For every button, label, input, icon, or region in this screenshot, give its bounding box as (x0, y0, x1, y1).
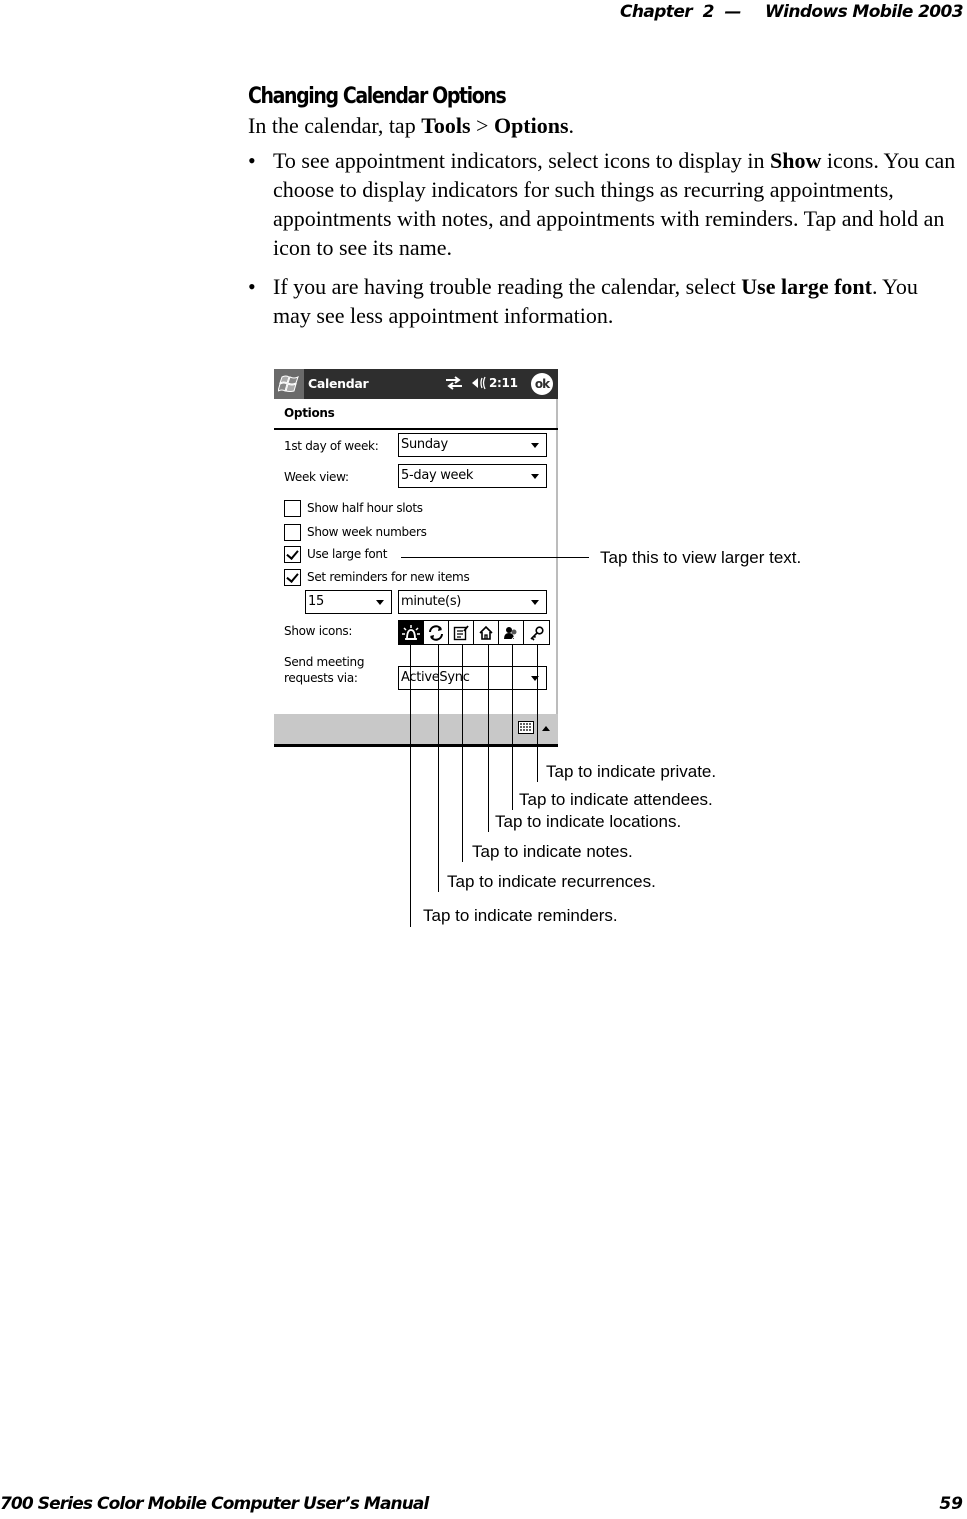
bullet-text: If you are having trouble reading the ca… (273, 272, 960, 330)
chevron-down-icon (531, 600, 539, 605)
checkbox-label: Set reminders for new items (307, 570, 470, 584)
bullet-bold-term: Show (770, 148, 822, 173)
send-meeting-label-line2: requests via: (284, 671, 358, 685)
menu-bar (274, 714, 558, 744)
send-meeting-label-line1: Send meeting (284, 655, 365, 669)
leader-private (537, 645, 538, 782)
show-icon-recurrence[interactable] (424, 621, 449, 644)
chapter-label: Chapter 2 — (619, 2, 742, 22)
footer-page-number: 59 (939, 1494, 963, 1514)
show-icon-reminder[interactable] (399, 621, 424, 644)
leader-reminders (410, 645, 411, 927)
leader-large-text (401, 557, 589, 558)
checkbox-box[interactable] (284, 524, 301, 541)
sync-icon[interactable] (445, 375, 463, 394)
footer-manual-title: 700 Series Color Mobile Computer User’s … (0, 1494, 429, 1514)
callout-reminders: Tap to indicate reminders. (423, 906, 618, 925)
callout-recurrences: Tap to indicate recurrences. (447, 872, 656, 891)
send-meeting-value: ActiveSync (401, 670, 470, 685)
app-title: Calendar (308, 376, 369, 391)
menu-separator: > (470, 113, 494, 138)
checkbox-label: Show week numbers (307, 525, 427, 539)
reminder-amount-dropdown[interactable]: 15 (305, 590, 392, 614)
show-icons-label: Show icons: (284, 624, 353, 638)
recurrence-icon (429, 624, 443, 641)
chevron-down-icon (376, 600, 384, 605)
bullet-dot: • (248, 274, 256, 299)
callout-large-text: Tap this to view larger text. (600, 548, 802, 567)
leader-recurrences (438, 645, 439, 892)
intro-period: . (568, 113, 575, 138)
heading-divider (274, 428, 558, 430)
keyboard-icon[interactable] (518, 721, 534, 737)
options-heading: Options (284, 406, 335, 420)
start-button[interactable] (274, 369, 304, 399)
menu-options: Options (493, 113, 569, 138)
house-icon (479, 625, 493, 640)
reminder-unit-value: minute(s) (401, 594, 462, 609)
callout-attendees: Tap to indicate attendees. (519, 790, 713, 809)
week-view-value: 5-day week (401, 468, 474, 483)
checkbox-label: Show half hour slots (307, 501, 423, 515)
show-icon-attendees[interactable] (499, 621, 524, 644)
chapter-title: Windows Mobile 2003 (764, 2, 964, 22)
leader-notes (462, 645, 463, 862)
windows-flag-icon (278, 375, 299, 392)
show-icon-private[interactable] (524, 621, 549, 644)
checkbox-box[interactable] (284, 546, 301, 563)
intro-paragraph: In the calendar, tap Tools > Options. (248, 113, 574, 139)
first-day-dropdown[interactable]: Sunday (398, 433, 547, 457)
leader-attendees (512, 645, 513, 810)
bullet-item: • To see appointment indicators, select … (248, 146, 960, 262)
chevron-down-icon (531, 443, 539, 448)
show-icon-notes[interactable] (449, 621, 474, 644)
clock-time[interactable]: 2:11 (489, 376, 518, 390)
bullet-bold-term: Use large font (741, 274, 872, 299)
input-panel-arrow-icon[interactable] (542, 726, 550, 731)
key-icon (529, 625, 544, 641)
intro-text: In the calendar, tap (248, 113, 422, 138)
checkbox-label: Use large font (307, 547, 388, 561)
reminder-amount-value: 15 (308, 594, 324, 609)
first-day-label: 1st day of week: (284, 439, 379, 453)
send-meeting-dropdown[interactable]: ActiveSync (398, 666, 547, 690)
bullet-text: To see appointment indicators, select ic… (273, 146, 960, 262)
notes-icon (453, 624, 469, 640)
title-bar: Calendar 2:11 ok (274, 369, 558, 399)
checkbox-box[interactable] (284, 500, 301, 517)
callout-notes: Tap to indicate notes. (472, 842, 633, 861)
show-icons-strip (398, 620, 550, 645)
menu-tools: Tools (421, 113, 471, 138)
reminder-unit-dropdown[interactable]: minute(s) (398, 590, 547, 614)
leader-locations (488, 645, 489, 832)
bullet-dot: • (248, 148, 256, 173)
week-view-dropdown[interactable]: 5-day week (398, 464, 547, 488)
running-header: Chapter 2 — Windows Mobile 2003 (619, 2, 964, 22)
week-view-label: Week view: (284, 470, 349, 484)
bullet-text-part: If you are having trouble reading the ca… (273, 274, 742, 299)
ok-button[interactable]: ok (531, 373, 553, 395)
callout-private: Tap to indicate private. (546, 762, 717, 781)
bottom-divider (274, 744, 558, 747)
attendees-icon (504, 626, 519, 639)
volume-icon[interactable] (471, 375, 487, 394)
bullet-item: • If you are having trouble reading the … (248, 272, 960, 330)
chevron-down-icon (531, 474, 539, 479)
show-icon-location[interactable] (474, 621, 499, 644)
section-title: Changing Calendar Options (248, 84, 507, 109)
bell-icon (402, 624, 420, 640)
checkbox-box[interactable] (284, 569, 301, 586)
first-day-value: Sunday (401, 437, 448, 452)
callout-locations: Tap to indicate locations. (495, 812, 682, 831)
bullet-text-part: To see appointment indicators, select ic… (273, 148, 771, 173)
